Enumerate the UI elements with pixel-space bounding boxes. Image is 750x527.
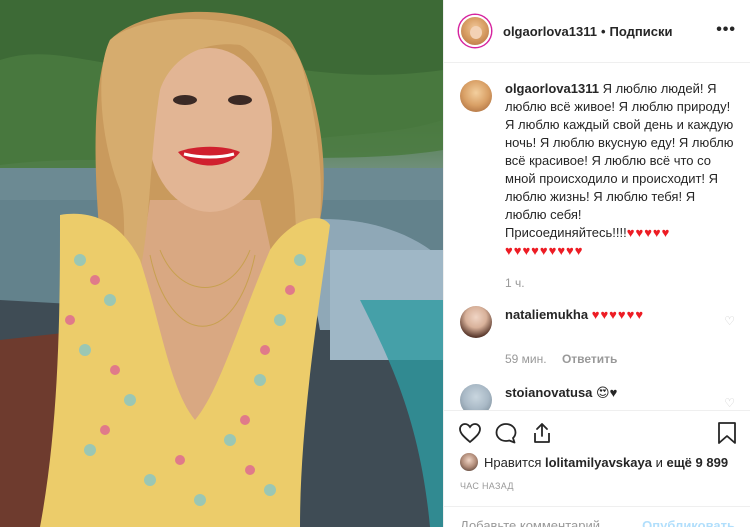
separator-dot: • [600,23,606,39]
caption-avatar[interactable] [460,80,492,112]
comment-composer: Добавьте комментарий... Опубликовать [444,506,750,527]
caption-hearts: ♥♥♥♥♥ [626,225,671,240]
comments-list[interactable]: olgaorlova1311 Я люблю людей! Я люблю вс… [444,64,750,410]
liker-avatar[interactable] [460,453,478,471]
reply-button[interactable]: Ответить [562,352,617,366]
more-options-icon[interactable]: ••• [716,22,736,38]
like-comment-heart-icon[interactable]: ♡ [724,314,735,328]
likes-and: и [655,454,663,470]
liker-username[interactable]: lolitamilyavskaya [545,455,652,470]
comment-item: nataliemukha ♥♥♥♥♥♥ ♡ [460,306,735,338]
comment-username[interactable]: nataliemukha [505,307,588,322]
comment-avatar[interactable] [460,384,492,410]
publish-button[interactable]: Опубликовать [642,518,735,527]
caption: olgaorlova1311 Я люблю людей! Я люблю вс… [460,80,735,260]
comment-meta: 59 мин. Ответить [505,352,735,366]
caption-text: Я люблю людей! Я люблю всё живое! Я любл… [505,81,734,222]
caption-time[interactable]: 1 ч. [505,276,525,290]
caption-text-join: Присоединяйтесь!!!! [505,225,627,240]
likes-prefix: Нравится [484,454,542,470]
likes-summary: Нравится lolitamilyavskaya и ещё 9 899 [460,452,740,472]
caption-body: olgaorlova1311 Я люблю людей! Я люблю вс… [505,80,735,260]
comment-item: stoianovatusa 😍♥ ♡ [460,384,735,410]
post-photo [0,0,443,527]
caption-username[interactable]: olgaorlova1311 [505,81,599,96]
comment-time[interactable]: 59 мин. [505,352,547,366]
caption-meta: 1 ч. [505,276,735,290]
comment-avatar[interactable] [460,306,492,338]
like-comment-heart-icon[interactable]: ♡ [724,396,735,410]
post-sidebar: olgaorlova1311 • Подписки ••• olgaorlova… [443,0,750,527]
comment-text: 😍♥ [596,385,618,400]
comment-body: nataliemukha ♥♥♥♥♥♥ [505,306,710,338]
comment-icon[interactable] [494,421,518,445]
author-username[interactable]: olgaorlova1311 [503,24,597,39]
comment-username[interactable]: stoianovatusa [505,385,592,400]
post-header: olgaorlova1311 • Подписки ••• [444,0,750,63]
follow-button[interactable]: Подписки [610,24,673,39]
share-icon[interactable] [530,421,554,445]
post-timestamp[interactable]: ЧАС НАЗАД [460,481,514,491]
heart-icon[interactable] [458,421,482,445]
photo-illustration [0,0,443,527]
likes-count[interactable]: ещё 9 899 [666,455,728,470]
bookmark-icon[interactable] [716,421,738,445]
action-bar [444,410,750,452]
comment-body: stoianovatusa 😍♥ [505,384,710,410]
caption-hearts-row: ♥♥♥♥♥♥♥♥♥ [505,243,584,258]
comment-input[interactable]: Добавьте комментарий... [460,518,611,527]
author-avatar[interactable] [459,15,491,47]
comment-text: ♥♥♥♥♥♥ [591,307,645,322]
